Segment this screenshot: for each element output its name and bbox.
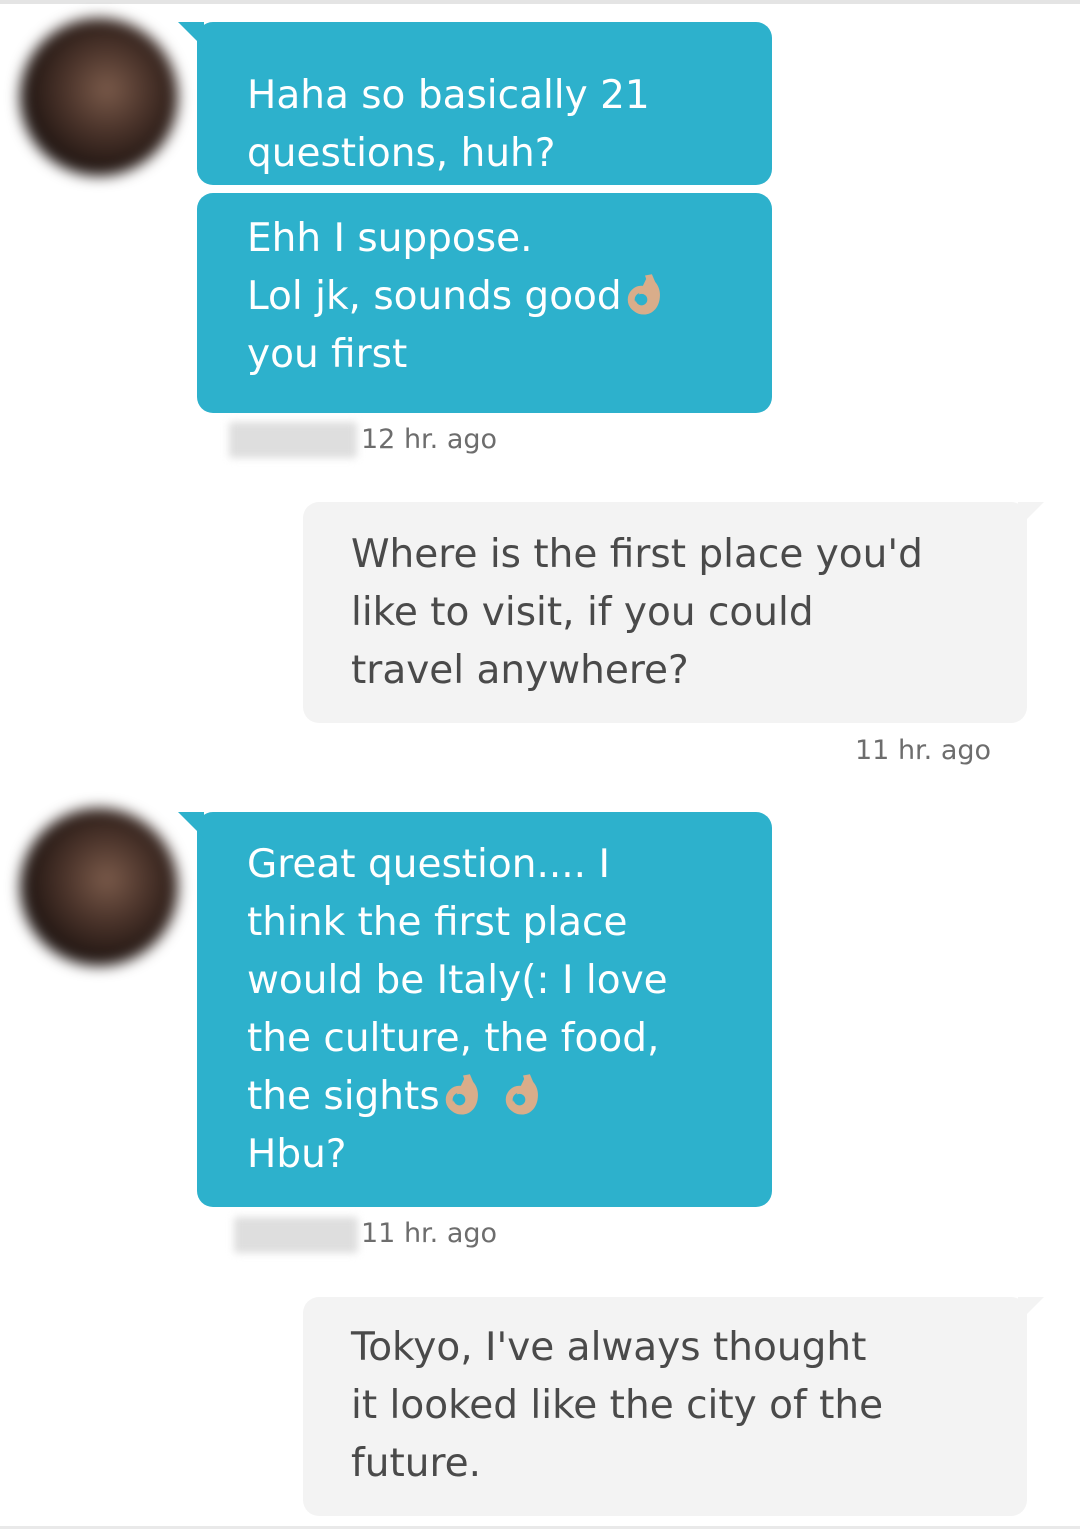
message-text: would be Italy(: I love bbox=[247, 958, 668, 1003]
message-text-with-emoji: the sights bbox=[247, 1068, 742, 1126]
ok-hand-emoji-icon bbox=[627, 273, 660, 315]
message-text: the culture, the food, bbox=[247, 1016, 660, 1061]
message-text: Tokyo, I've always thought bbox=[351, 1325, 867, 1370]
outgoing-message-bubble[interactable]: Tokyo, I've always thought it looked lik… bbox=[303, 1297, 1027, 1516]
incoming-message-bubble[interactable]: Ehh I suppose. Lol jk, sounds good you f… bbox=[197, 193, 772, 413]
outgoing-message-bubble[interactable]: Where is the first place you'd like to v… bbox=[303, 502, 1027, 723]
chat-screen: Haha so basically 21 questions, huh? Ehh… bbox=[0, 0, 1080, 1529]
message-text: Hbu? bbox=[247, 1132, 347, 1177]
bubble-tail bbox=[1018, 1297, 1044, 1323]
ok-hand-emoji-icon bbox=[445, 1073, 478, 1115]
message-text: travel anywhere? bbox=[351, 648, 689, 693]
message-text: Great question.... I bbox=[247, 842, 610, 887]
incoming-message-bubble[interactable]: Haha so basically 21 questions, huh? bbox=[197, 22, 772, 185]
message-timestamp: 12 hr. ago bbox=[361, 424, 498, 455]
message-text-with-emoji: Lol jk, sounds good bbox=[247, 268, 742, 326]
incoming-message-bubble[interactable]: Great question.... I think the first pla… bbox=[197, 812, 772, 1207]
sender-name-redacted bbox=[234, 1217, 358, 1253]
message-text: Ehh I suppose. bbox=[247, 216, 533, 261]
top-divider bbox=[0, 0, 1080, 4]
message-text: you first bbox=[247, 332, 408, 377]
sender-name-redacted bbox=[229, 422, 357, 458]
ok-hand-emoji-icon bbox=[505, 1073, 538, 1115]
message-text: Lol jk, sounds good bbox=[247, 274, 622, 319]
message-text: the sights bbox=[247, 1074, 440, 1119]
message-text: Where is the first place you'd bbox=[351, 532, 923, 577]
contact-avatar[interactable] bbox=[20, 808, 178, 966]
message-text: questions, huh? bbox=[247, 131, 556, 176]
message-timestamp: 11 hr. ago bbox=[361, 1218, 498, 1249]
message-text: it looked like the city of the bbox=[351, 1383, 884, 1428]
message-text: Haha so basically 21 bbox=[247, 73, 650, 118]
message-text: future. bbox=[351, 1441, 482, 1486]
message-text: like to visit, if you could bbox=[351, 590, 814, 635]
message-timestamp: 11 hr. ago bbox=[855, 735, 992, 766]
bubble-tail bbox=[178, 22, 204, 48]
contact-avatar[interactable] bbox=[20, 18, 178, 176]
message-text: think the first place bbox=[247, 900, 628, 945]
bubble-tail bbox=[1018, 502, 1044, 528]
bubble-tail bbox=[178, 812, 204, 838]
